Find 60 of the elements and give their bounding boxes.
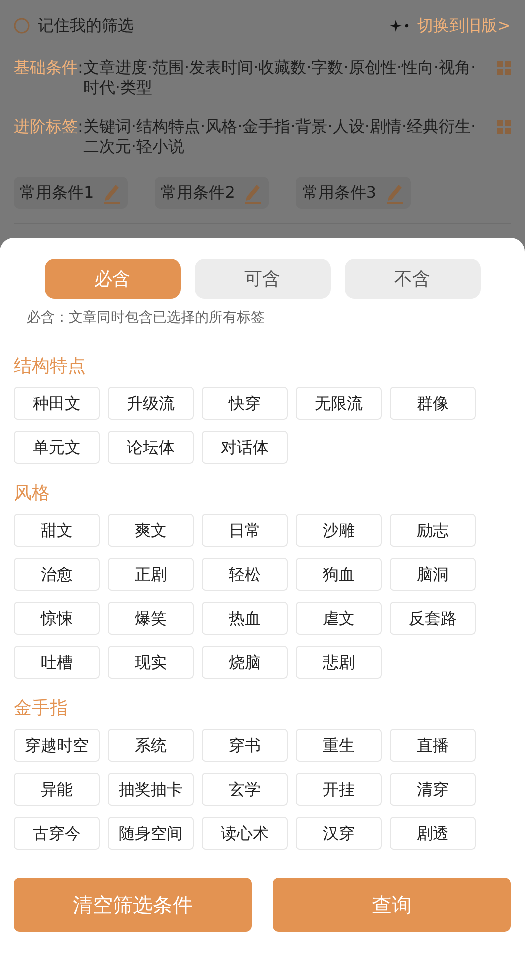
tag-button[interactable]: 汉穿 bbox=[296, 817, 382, 850]
tag-button[interactable]: 剧透 bbox=[390, 817, 476, 850]
tag-button[interactable]: 热血 bbox=[202, 602, 288, 635]
section-title: 风格 bbox=[14, 483, 51, 505]
pencil-icon bbox=[384, 182, 405, 204]
tag-button[interactable]: 开挂 bbox=[296, 773, 382, 806]
tag-button[interactable]: 论坛体 bbox=[108, 431, 194, 464]
tag-button[interactable]: 无限流 bbox=[296, 387, 382, 420]
tag-button[interactable]: 现实 bbox=[108, 646, 194, 679]
tag-button[interactable]: 抽奖抽卡 bbox=[108, 773, 194, 806]
hint-text: 必含：文章同时包含已选择的所有标签 bbox=[27, 309, 266, 328]
tag-button[interactable]: 悲剧 bbox=[296, 646, 382, 679]
tag-button[interactable]: 爆笑 bbox=[108, 602, 194, 635]
tag-button[interactable]: 清穿 bbox=[390, 773, 476, 806]
tag-button[interactable]: 古穿今 bbox=[14, 817, 100, 850]
tag-button[interactable]: 烧脑 bbox=[202, 646, 288, 679]
tag-button[interactable]: 轻松 bbox=[202, 558, 288, 591]
tag-button[interactable]: 日常 bbox=[202, 514, 288, 547]
tag-button[interactable]: 正剧 bbox=[108, 558, 194, 591]
tag-button[interactable]: 直播 bbox=[390, 729, 476, 762]
pencil-icon bbox=[102, 182, 122, 204]
filter-list-text: 关键词·结构特点·风格·金手指·背景·人设·剧情·经典衍生·二次元·轻小说 bbox=[83, 117, 478, 157]
section-title: 金手指 bbox=[14, 698, 69, 720]
mode-tab[interactable]: 不含 bbox=[344, 259, 480, 299]
tag-button[interactable]: 脑洞 bbox=[390, 558, 476, 591]
colon: : bbox=[78, 117, 84, 138]
tag-button[interactable]: 治愈 bbox=[14, 558, 100, 591]
tag-button[interactable]: 惊悚 bbox=[14, 602, 100, 635]
tag-button[interactable]: 异能 bbox=[14, 773, 100, 806]
colon: : bbox=[78, 58, 84, 79]
remember-label: 记住我的筛选 bbox=[38, 15, 134, 37]
filter-list-text: 文章进度·范围·发表时间·收藏数·字数·原创性·性向·视角·时代·类型 bbox=[83, 58, 478, 98]
filter-category-label: 进阶标签 bbox=[14, 117, 78, 138]
tag-button[interactable]: 沙雕 bbox=[296, 514, 382, 547]
radio-button[interactable] bbox=[14, 18, 30, 34]
tag-button[interactable]: 爽文 bbox=[108, 514, 194, 547]
tag-button[interactable]: 穿书 bbox=[202, 729, 288, 762]
tag-button[interactable]: 随身空间 bbox=[108, 817, 194, 850]
tag-button[interactable]: 吐槽 bbox=[14, 646, 100, 679]
pencil-icon bbox=[243, 182, 264, 204]
tag-button[interactable]: 种田文 bbox=[14, 387, 100, 420]
mode-tab[interactable]: 可含 bbox=[194, 259, 330, 299]
tag-button[interactable]: 重生 bbox=[296, 729, 382, 762]
sparkle-icon bbox=[390, 20, 410, 32]
tag-button[interactable]: 甜文 bbox=[14, 514, 100, 547]
tag-button[interactable]: 励志 bbox=[390, 514, 476, 547]
tag-button[interactable]: 穿越时空 bbox=[14, 729, 100, 762]
tag-button[interactable]: 快穿 bbox=[202, 387, 288, 420]
tag-button[interactable]: 读心术 bbox=[202, 817, 288, 850]
tag-button[interactable]: 反套路 bbox=[390, 602, 476, 635]
tag-button[interactable]: 群像 bbox=[390, 387, 476, 420]
tag-button[interactable]: 单元文 bbox=[14, 431, 100, 464]
tag-button[interactable]: 玄学 bbox=[202, 773, 288, 806]
section-title: 结构特点 bbox=[14, 356, 87, 378]
tag-button[interactable]: 狗血 bbox=[296, 558, 382, 591]
tag-button[interactable]: 升级流 bbox=[108, 387, 194, 420]
tag-button[interactable]: 对话体 bbox=[202, 431, 288, 464]
tag-button[interactable]: 虐文 bbox=[296, 602, 382, 635]
filter-category-label: 基础条件 bbox=[14, 58, 78, 79]
tag-button[interactable]: 系统 bbox=[108, 729, 194, 762]
